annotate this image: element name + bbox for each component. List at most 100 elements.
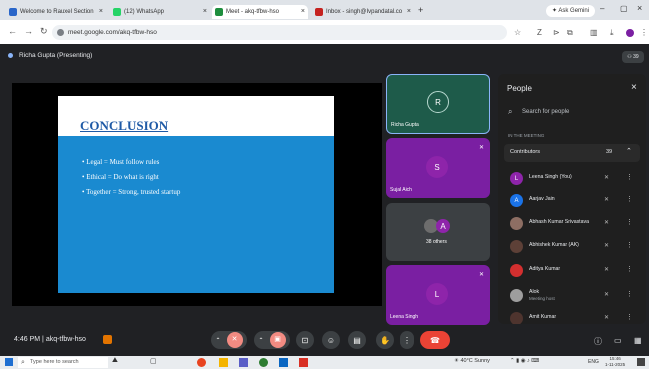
participant-row[interactable]: Abhishek Kumar (AK) ✕ ⋮	[498, 236, 646, 258]
leave-call-button[interactable]: ☎	[420, 331, 450, 349]
avatar: L	[426, 283, 448, 305]
people-search-input[interactable]: ⌕ Search for people	[504, 104, 640, 120]
present-button[interactable]: ▤	[348, 331, 366, 349]
contributors-label: Contributors	[510, 149, 540, 155]
address-bar[interactable]: meet.google.com/akq-tfbw-hso	[52, 25, 507, 40]
participant-tile[interactable]: ✕ L Leena Singh	[386, 265, 490, 325]
tab-welcome[interactable]: Welcome to Rauxel Section ×	[6, 5, 106, 19]
participant-tile[interactable]: R Richa Gupta	[386, 74, 490, 134]
ask-gemini-button[interactable]: ✦ Ask Gemini	[546, 5, 596, 17]
close-panel-icon[interactable]: ×	[631, 82, 637, 93]
slide-bullet: • Ethical = Do what is right	[82, 173, 159, 181]
more-options-icon[interactable]: ⋮	[626, 218, 633, 226]
maximize-icon[interactable]: ▢	[620, 4, 628, 13]
participant-row[interactable]: Abhash Kumar Srivastava ✕ ⋮	[498, 213, 646, 235]
mic-off-icon: ✕	[226, 332, 243, 348]
site-info-icon[interactable]	[57, 29, 64, 36]
reload-icon[interactable]: ↻	[40, 26, 48, 37]
participants-badge[interactable]: ⚇ 39	[622, 51, 644, 63]
tab-favicon	[113, 8, 121, 16]
close-icon[interactable]: ×	[407, 5, 411, 19]
participant-row[interactable]: L Leena Singh (You) ✕ ⋮	[498, 168, 646, 190]
more-options-icon[interactable]: ⋮	[626, 241, 633, 249]
tab-favicon	[9, 8, 17, 16]
language-indicator[interactable]: ENG	[588, 359, 599, 365]
others-tile[interactable]: A 38 others	[386, 203, 490, 261]
extension-icon-2[interactable]: ⊳	[553, 28, 560, 37]
minimize-icon[interactable]: –	[600, 4, 604, 13]
presenting-icon	[8, 52, 13, 58]
notification-icon[interactable]	[637, 358, 645, 366]
more-options-icon[interactable]: ⋮	[626, 313, 633, 321]
participant-name: Richa Gupta	[391, 122, 419, 128]
chrome-app-icon[interactable]	[259, 358, 268, 367]
system-tray-icons[interactable]: ⌃ ▮ ◉ ♪ ⌨	[510, 358, 539, 364]
close-window-icon[interactable]: ×	[637, 3, 642, 13]
avatar: S	[426, 156, 448, 178]
captions-button[interactable]: ⊡	[296, 331, 314, 349]
more-options-icon[interactable]: ⋮	[626, 195, 633, 203]
participant-row[interactable]: Amit Kumar ✕ ⋮	[498, 308, 646, 324]
close-icon[interactable]: ×	[99, 5, 103, 19]
chat-icon[interactable]: ▭	[614, 336, 622, 345]
files-app-icon[interactable]	[219, 358, 228, 367]
mic-off-icon: ✕	[604, 197, 610, 203]
weather-widget[interactable]: ☀ 40°C Sunny	[454, 358, 490, 364]
tab-label: (12) WhatsApp	[124, 9, 165, 15]
camera-toggle[interactable]: ⌃ ▣	[254, 331, 290, 349]
extension-icon[interactable]: Z	[537, 28, 542, 37]
store-app-icon[interactable]	[279, 358, 288, 367]
meeting-code: akq-tfbw-hso	[45, 336, 86, 343]
mic-off-icon: ✕	[478, 272, 484, 278]
task-view-icon[interactable]: ▢	[150, 357, 157, 365]
contributors-group[interactable]: Contributors 39 ⌃	[504, 144, 640, 162]
tab-meet[interactable]: Meet - akq-tfbw-hso ×	[212, 5, 308, 19]
slide-bullet: • Together = Strong, trusted startup	[82, 188, 181, 196]
raise-hand-button[interactable]: ✋	[376, 331, 394, 349]
browser-app-icon[interactable]	[197, 358, 206, 367]
emoji-icon: ☺	[326, 335, 336, 345]
hang-up-icon: ☎	[430, 335, 440, 345]
back-icon[interactable]: ←	[8, 26, 17, 36]
teams-app-icon[interactable]	[239, 358, 248, 367]
menu-icon[interactable]: ⋮	[640, 28, 648, 37]
close-icon[interactable]: ×	[301, 5, 305, 19]
more-options-icon[interactable]: ⋮	[626, 173, 633, 181]
pdf-app-icon[interactable]	[299, 358, 308, 367]
bookmark-star-icon[interactable]: ☆	[514, 28, 521, 37]
download-icon[interactable]: ⤓	[610, 28, 614, 38]
participant-row[interactable]: A Aarjav Jain ✕ ⋮	[498, 190, 646, 212]
activities-icon[interactable]	[103, 335, 112, 344]
tab-label: Welcome to Rauxel Section	[20, 9, 94, 15]
puzzle-icon[interactable]: ⧉	[567, 28, 573, 38]
sidebar-icon[interactable]: ▥	[590, 28, 598, 37]
participant-tile[interactable]: ✕ S Sujal Aich	[386, 138, 490, 198]
chevron-up-icon[interactable]: ⌃	[215, 337, 220, 344]
profile-avatar[interactable]	[626, 29, 634, 37]
tab-inbox[interactable]: Inbox - singh@Ivpandatal.co ×	[312, 5, 414, 19]
section-label: IN THE MEETING	[508, 133, 545, 138]
windows-start-icon[interactable]	[5, 358, 13, 366]
new-tab-button[interactable]: +	[418, 5, 423, 15]
more-options-icon[interactable]: ⋮	[626, 265, 633, 273]
participant-row[interactable]: Aditya Kumar ✕ ⋮	[498, 260, 646, 282]
avatar: R	[427, 91, 449, 113]
forward-icon[interactable]: →	[24, 26, 33, 36]
mic-toggle[interactable]: ⌃ ✕	[211, 331, 247, 349]
close-icon[interactable]: ×	[203, 5, 207, 19]
chevron-up-icon[interactable]: ⌃	[258, 337, 263, 344]
participant-name: Leena Singh	[390, 314, 419, 320]
browser-tab-bar: Welcome to Rauxel Section × (12) WhatsAp…	[0, 0, 649, 20]
taskbar-search[interactable]: ⌕ Type here to search	[18, 357, 108, 368]
activities-grid-icon[interactable]: ▦	[634, 336, 642, 345]
host-label: Meeting host	[529, 296, 555, 301]
chevron-up-icon[interactable]: ⌃	[626, 147, 632, 155]
participant-row[interactable]: Alok Meeting host ✕ ⋮	[498, 285, 646, 307]
avatar: A	[510, 194, 523, 207]
more-options-button[interactable]: ⋮	[400, 331, 414, 349]
emoji-button[interactable]: ☺	[322, 331, 340, 349]
info-icon[interactable]: ⓘ	[594, 336, 602, 347]
tab-whatsapp[interactable]: (12) WhatsApp ×	[110, 5, 210, 19]
more-options-icon[interactable]: ⋮	[626, 290, 633, 298]
clock[interactable]: 15:46 1-11-2025	[605, 356, 625, 368]
